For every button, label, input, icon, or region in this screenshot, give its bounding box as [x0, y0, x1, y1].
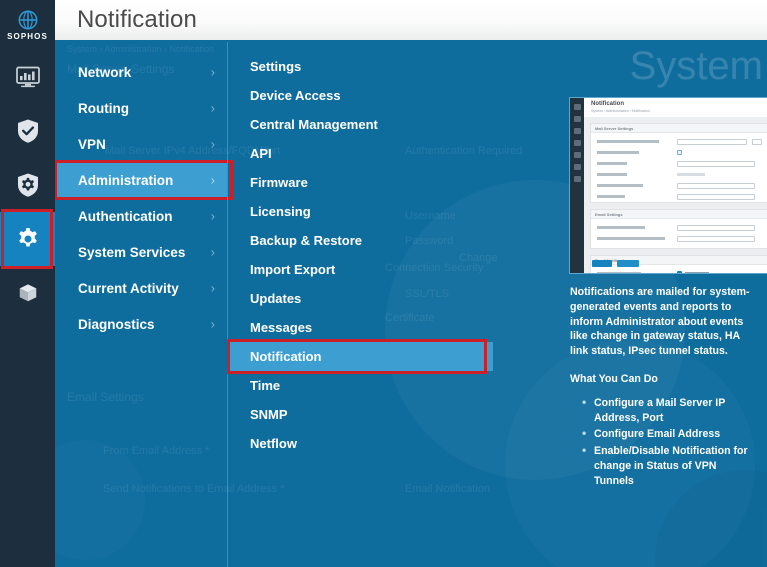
menu-level1-column: Network › Routing › VPN › Administration…: [55, 40, 233, 567]
menu-item-administration[interactable]: Administration ›: [55, 160, 233, 200]
submenu-item-snmp[interactable]: SNMP: [228, 400, 493, 429]
submenu-item-label: Netflow: [250, 436, 297, 451]
preview-section-email-settings: Email Settings: [590, 209, 767, 249]
menu-item-label: System Services: [78, 244, 186, 260]
preview-canvas: Notification System › Administration › N…: [570, 98, 767, 273]
submenu-item-label: API: [250, 146, 272, 161]
help-bullet-item: Enable/Disable Notification for change i…: [582, 443, 759, 488]
submenu-item-central-management[interactable]: Central Management: [228, 110, 493, 139]
menu-item-network[interactable]: Network ›: [55, 54, 227, 90]
window-title-bar: Notification: [55, 0, 767, 40]
submenu-item-updates[interactable]: Updates: [228, 284, 493, 313]
menu-item-label: Diagnostics: [78, 316, 155, 332]
submenu-item-time[interactable]: Time: [228, 371, 493, 400]
sophos-logo: SOPHOS: [0, 0, 55, 50]
preview-icon-rail: [570, 98, 584, 273]
help-what-you-can-do-heading: What You Can Do: [570, 372, 658, 385]
submenu-item-label: Import Export: [250, 262, 336, 277]
gear-icon: [15, 226, 41, 252]
chevron-right-icon: ›: [210, 208, 215, 224]
shield-check-icon: [16, 118, 40, 144]
page-preview-thumbnail: Notification System › Administration › N…: [569, 97, 767, 274]
chevron-right-icon: ›: [210, 244, 215, 260]
page-title: Notification: [77, 6, 197, 33]
help-bullet-item: Configure Email Address: [582, 426, 759, 442]
submenu-item-label: Updates: [250, 291, 302, 306]
menu-item-routing[interactable]: Routing ›: [55, 90, 227, 126]
menu-item-label: Network: [78, 64, 132, 80]
chevron-right-icon: ›: [210, 280, 215, 296]
chevron-right-icon: ›: [210, 172, 215, 188]
rail-item-protect[interactable]: [0, 104, 55, 158]
preview-cancel-button: [617, 260, 639, 267]
chevron-right-icon: ›: [210, 136, 215, 152]
monitor-dashboard-icon: [15, 65, 41, 89]
navigation-overlay-panel: System System › Administration › Notific…: [55, 40, 767, 567]
submenu-item-api[interactable]: API: [228, 139, 493, 168]
help-bullet-item: Configure a Mail Server IP Address, Port: [582, 395, 759, 426]
menu-item-label: Administration: [78, 172, 174, 188]
chevron-right-icon: ›: [210, 100, 215, 116]
preview-header: Notification System › Administration › N…: [584, 98, 767, 117]
submenu-item-import-export[interactable]: Import Export: [228, 255, 493, 284]
menu-item-system-services[interactable]: System Services ›: [55, 234, 227, 270]
preview-caption-text: Mail Server Settings: [595, 126, 634, 131]
cube-icon: [17, 282, 39, 304]
preview-section-caption: Mail Server Settings: [591, 124, 767, 133]
menu-item-label: Current Activity: [78, 280, 179, 296]
chevron-right-icon: ›: [210, 64, 215, 80]
submenu-item-label: Notification: [250, 349, 322, 364]
submenu-item-licensing[interactable]: Licensing: [228, 197, 493, 226]
menu-item-label: Routing: [78, 100, 129, 116]
submenu-item-firmware[interactable]: Firmware: [228, 168, 493, 197]
submenu-item-label: Licensing: [250, 204, 311, 219]
primary-icon-rail: SOPHOS: [0, 0, 55, 567]
preview-section-mail-server: Mail Server Settings: [590, 123, 767, 203]
preview-caption-text: Email Settings: [595, 212, 623, 217]
preview-body: Mail Server Settings Email Settings: [584, 117, 767, 273]
submenu-item-label: Messages: [250, 320, 313, 335]
menu-item-current-activity[interactable]: Current Activity ›: [55, 270, 227, 306]
preview-title: Notification: [591, 101, 624, 107]
submenu-item-label: Settings: [250, 59, 302, 74]
help-bullet-list: Configure a Mail Server IP Address, Port…: [570, 395, 759, 489]
submenu-item-label: Firmware: [250, 175, 308, 190]
submenu-item-label: Device Access: [250, 88, 341, 103]
shield-gear-icon: [16, 172, 40, 198]
menu-item-vpn[interactable]: VPN ›: [55, 126, 227, 162]
preview-breadcrumb: System › Administration › Notification: [591, 109, 650, 113]
submenu-item-label: Central Management: [250, 117, 378, 132]
sophos-globe-icon: [17, 9, 39, 31]
chevron-right-icon: ›: [210, 316, 215, 332]
preview-section-caption: Email Settings: [591, 210, 767, 219]
rail-item-objects[interactable]: [0, 266, 55, 320]
menu-item-label: VPN: [78, 136, 106, 152]
submenu-item-netflow[interactable]: Netflow: [228, 429, 493, 458]
rail-item-dashboard[interactable]: [0, 50, 55, 104]
context-help-panel: Notification System › Administration › N…: [510, 40, 767, 567]
preview-apply-button: [592, 260, 612, 267]
submenu-item-settings[interactable]: Settings: [228, 52, 493, 81]
submenu-item-messages[interactable]: Messages: [228, 313, 493, 342]
rail-item-configure[interactable]: [0, 158, 55, 212]
submenu-item-notification[interactable]: Notification: [227, 339, 493, 374]
menu-item-diagnostics[interactable]: Diagnostics ›: [55, 306, 227, 342]
submenu-item-label: Time: [250, 378, 281, 393]
submenu-item-backup-restore[interactable]: Backup & Restore: [228, 226, 493, 255]
menu-level2-column: Settings Device Access Central Managemen…: [227, 40, 493, 567]
rail-item-system[interactable]: [0, 209, 55, 269]
help-description: Notifications are mailed for system-gene…: [570, 286, 750, 358]
menu-item-label: Authentication: [78, 208, 173, 224]
sophos-wordmark: SOPHOS: [7, 32, 48, 41]
submenu-item-device-access[interactable]: Device Access: [228, 81, 493, 110]
help-text-block: Notifications are mailed for system-gene…: [570, 285, 759, 491]
submenu-item-label: Backup & Restore: [250, 233, 362, 248]
sophos-firewall-console: SOPHOS Notification System System › Admi…: [0, 0, 767, 567]
menu-item-authentication[interactable]: Authentication ›: [55, 198, 227, 234]
submenu-item-label: SNMP: [250, 407, 288, 422]
